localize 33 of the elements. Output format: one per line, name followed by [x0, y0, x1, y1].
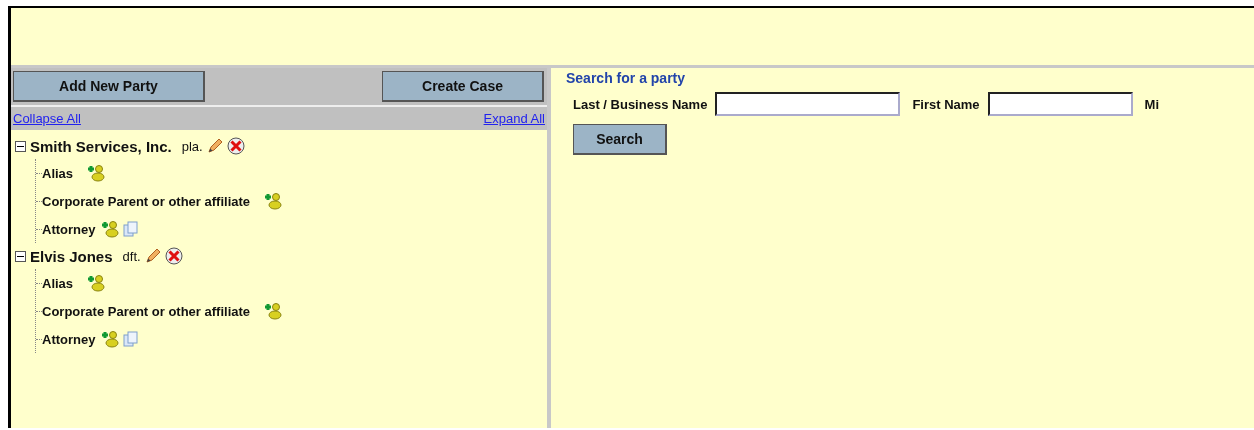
party-name: Elvis Jones	[30, 247, 113, 265]
field-label: Mi	[1144, 96, 1160, 112]
tree-item[interactable]: Alias	[42, 165, 74, 181]
collapse-toggle[interactable]	[15, 140, 26, 152]
add-person-icon[interactable]	[264, 192, 283, 210]
pencil-icon[interactable]	[206, 138, 223, 154]
create-case-button[interactable]: Create Case	[382, 71, 544, 102]
party-role: pla.	[181, 138, 203, 154]
add-person-icon[interactable]	[101, 220, 120, 238]
party-role: dft.	[122, 248, 141, 264]
party-name: Smith Services, Inc.	[30, 137, 172, 155]
tree-item[interactable]: Attorney	[42, 331, 96, 347]
tree-item[interactable]: Corporate Parent or other affiliate	[42, 193, 251, 209]
add-person-icon[interactable]	[101, 330, 120, 348]
add-person-icon[interactable]	[87, 274, 106, 292]
tree-item[interactable]: Alias	[42, 275, 74, 291]
text-field[interactable]	[987, 92, 1133, 116]
collapse-all-link[interactable]: Collapse All	[13, 111, 81, 126]
add-party-button[interactable]: Add New Party	[13, 71, 205, 102]
field-label: Last / Business Name	[573, 96, 708, 112]
tree-item[interactable]: Corporate Parent or other affiliate	[42, 303, 251, 319]
expand-all-link[interactable]: Expand All	[483, 111, 545, 126]
search-button[interactable]: Search	[573, 124, 667, 155]
section-title: Search for a party	[566, 70, 687, 86]
add-person-icon[interactable]	[87, 164, 106, 182]
pencil-icon[interactable]	[144, 248, 161, 264]
tree-item[interactable]: Attorney	[42, 221, 96, 237]
add-person-icon[interactable]	[264, 302, 283, 320]
field-label: First Name	[912, 96, 980, 112]
delete-icon[interactable]	[164, 247, 183, 265]
text-field[interactable]	[715, 92, 901, 116]
collapse-toggle[interactable]	[15, 250, 26, 262]
delete-icon[interactable]	[226, 137, 245, 155]
